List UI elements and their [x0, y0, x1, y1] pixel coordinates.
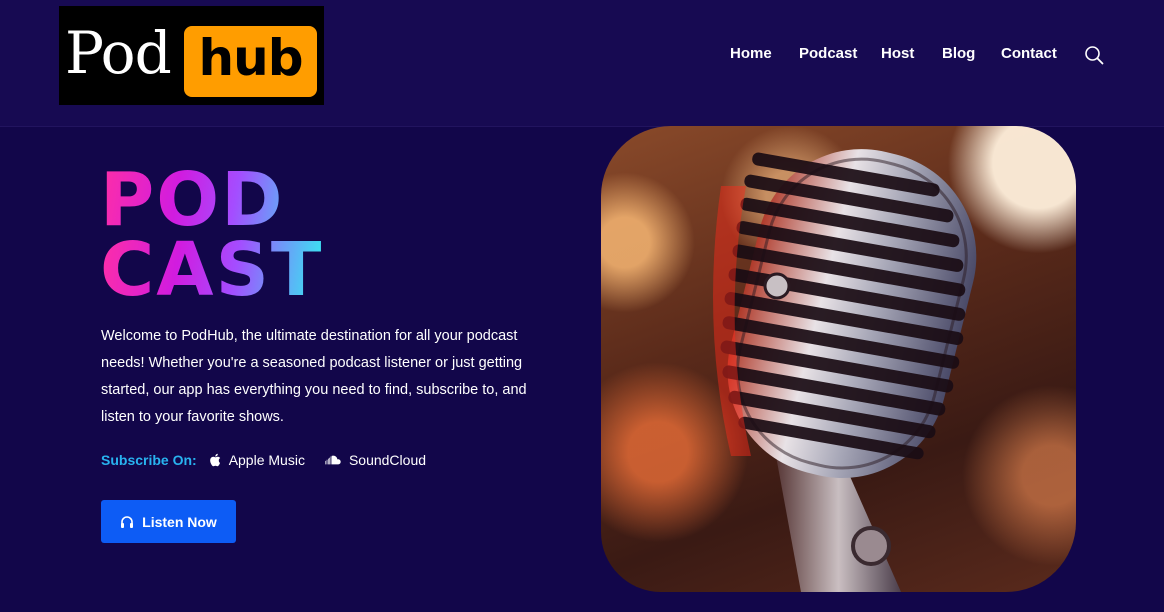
- hero-title-line-1: POD: [100, 163, 323, 237]
- nav-host[interactable]: Host: [881, 44, 914, 64]
- headphones-icon: [121, 515, 134, 528]
- soundcloud-label: SoundCloud: [348, 452, 427, 468]
- logo-text-hub: hub: [198, 29, 304, 87]
- podhub-logo[interactable]: Pod hub: [59, 6, 324, 105]
- hero-description: Welcome to PodHub, the ultimate destinat…: [101, 328, 527, 425]
- listen-now-button[interactable]: Listen Now: [101, 500, 236, 543]
- microphone-photo: [601, 126, 1076, 592]
- soundcloud-link[interactable]: SoundCloud: [325, 452, 426, 468]
- nav-podcast[interactable]: Podcast: [799, 44, 857, 64]
- apple-music-link[interactable]: Apple Music: [209, 452, 305, 468]
- site-header: Pod hub Home Podcast Host Blog Contact: [0, 0, 1164, 127]
- microphone-illustration: [713, 149, 977, 592]
- subscribe-row: Subscribe On: Apple Music SoundCloud: [101, 450, 446, 470]
- apple-icon: [209, 453, 220, 467]
- subscribe-label: Subscribe On:: [101, 452, 197, 468]
- logo-hub-badge: hub: [184, 26, 317, 97]
- nav-home[interactable]: Home: [730, 44, 772, 64]
- listen-now-label: Listen Now: [142, 513, 217, 530]
- nav-contact[interactable]: Contact: [1001, 44, 1057, 64]
- nav-blog[interactable]: Blog: [942, 44, 975, 64]
- apple-music-label: Apple Music: [228, 452, 305, 468]
- search-icon[interactable]: [1084, 45, 1104, 65]
- hero-title: POD CAST: [100, 163, 324, 313]
- soundcloud-icon: [325, 455, 341, 465]
- hero-title-line-2: CAST: [100, 227, 324, 313]
- logo-text-pod: Pod: [65, 19, 172, 87]
